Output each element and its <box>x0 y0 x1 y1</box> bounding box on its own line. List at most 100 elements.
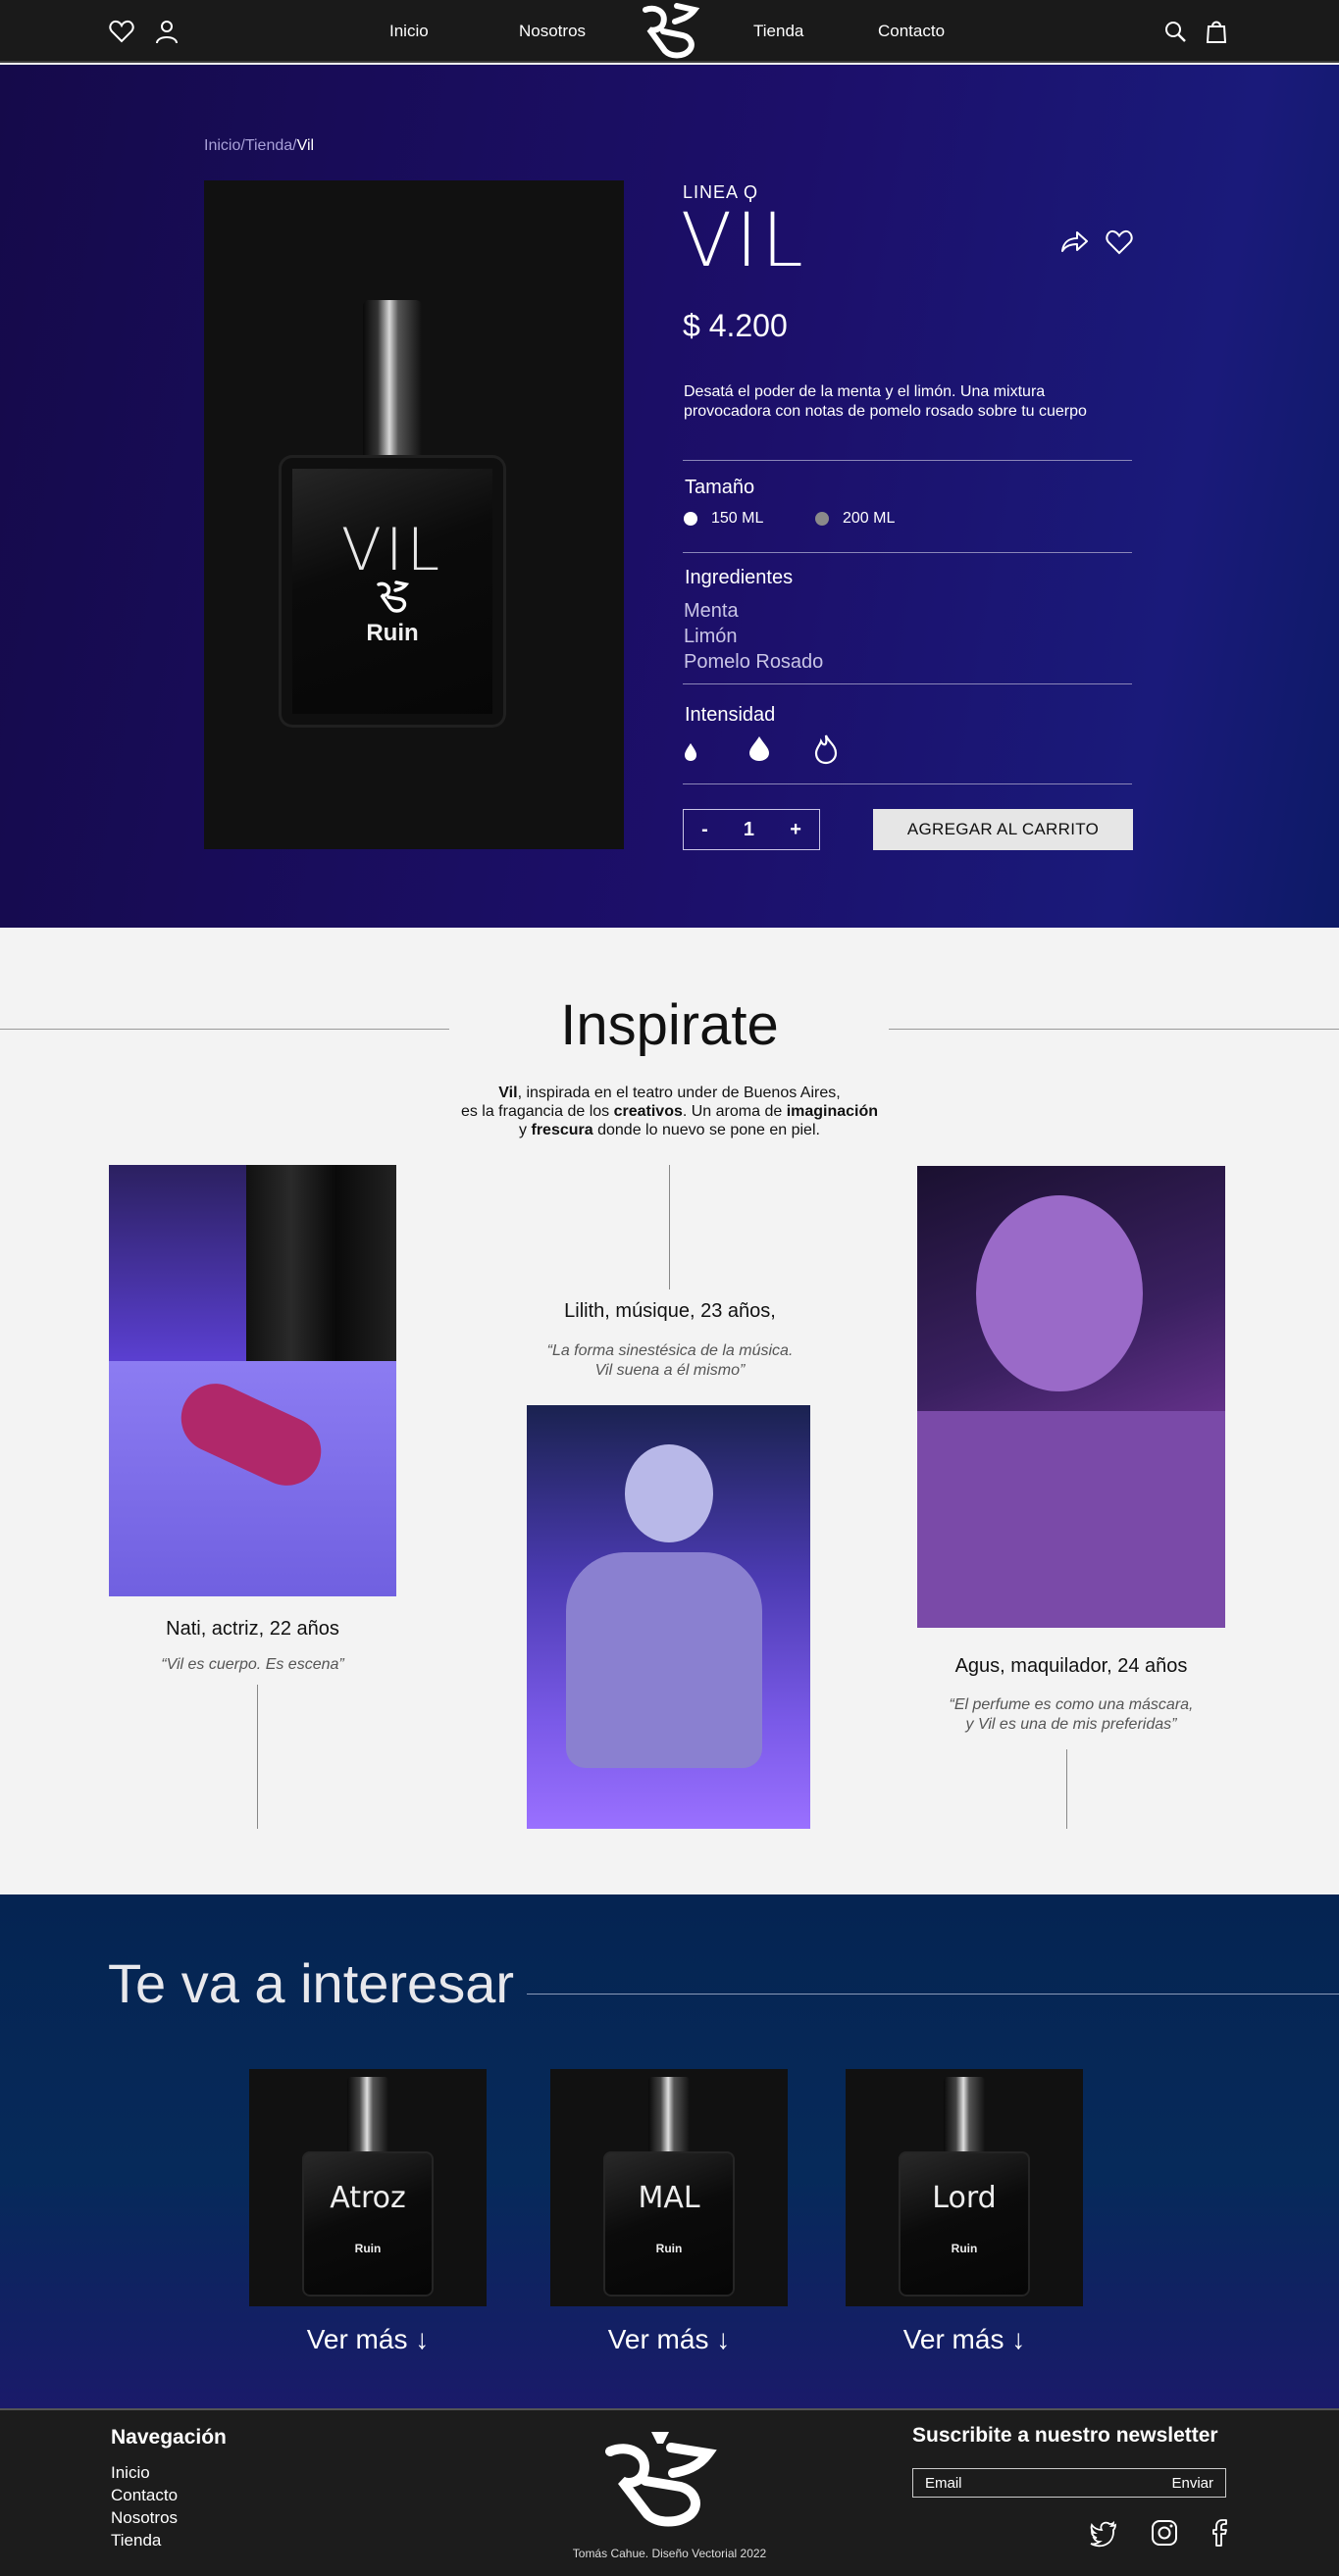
intro-bold: imaginación <box>786 1103 879 1120</box>
radio-unselected-icon[interactable] <box>815 512 829 526</box>
quote-line: “El perfume es como una máscara, <box>949 1696 1194 1713</box>
intro-text: y <box>519 1122 532 1138</box>
person-figure <box>566 1552 762 1768</box>
intro-text: donde lo nuevo se pone en piel. <box>592 1122 820 1138</box>
footer-credit: Tomás Cahue. Diseño Vectorial 2022 <box>572 2547 767 2560</box>
breadcrumb-current: Vil <box>296 137 315 154</box>
divider <box>683 460 1132 461</box>
facebook-icon[interactable] <box>1205 2518 1234 2548</box>
person-photo-lilith <box>527 1405 810 1829</box>
person-quote: “La forma sinestésica de la música. Vil … <box>500 1341 840 1381</box>
qty-value: 1 <box>743 818 755 840</box>
ingredient-item: Pomelo Rosado <box>684 651 824 673</box>
ver-mas-link[interactable]: Ver más ↓ <box>550 2324 788 2355</box>
intro-bold: frescura <box>531 1122 593 1138</box>
divider <box>683 783 1132 784</box>
shopping-bag-icon[interactable] <box>1203 18 1230 45</box>
person-photo-agus <box>917 1166 1225 1628</box>
user-icon[interactable] <box>153 18 180 45</box>
search-icon[interactable] <box>1161 18 1189 45</box>
footer-nav: Inicio Contacto Nosotros Tienda <box>111 2461 178 2551</box>
ingredients-list: Menta Limón Pomelo Rosado <box>684 598 823 675</box>
newsletter-send-button[interactable]: Enviar <box>1171 2475 1213 2492</box>
related-product-card[interactable]: Atroz Ruin <box>249 2069 487 2306</box>
heart-icon[interactable] <box>108 18 135 45</box>
related-title: Te va a interesar <box>108 1952 514 2014</box>
share-icon[interactable] <box>1059 227 1089 257</box>
nav-tienda[interactable]: Tienda <box>753 22 803 41</box>
person-caption: Agus, maquilador, 24 años <box>954 1655 1188 1677</box>
footer-link-nosotros[interactable]: Nosotros <box>111 2506 178 2529</box>
product-image: VIL Ruin <box>204 180 624 849</box>
divider <box>1066 1749 1067 1829</box>
person-figure <box>625 1444 713 1542</box>
bottle-cap <box>347 2077 388 2153</box>
brand-mark-icon <box>377 581 410 613</box>
related-product-brand: Ruin <box>655 2242 683 2255</box>
person-photo-nati <box>109 1165 396 1596</box>
intensity-high-flame-icon[interactable] <box>812 733 840 765</box>
footer-link-inicio[interactable]: Inicio <box>111 2461 178 2484</box>
person-figure <box>976 1195 1143 1391</box>
intro-text: . Un aroma de <box>682 1103 787 1120</box>
divider <box>683 552 1132 553</box>
inspirate-title: Inspirate <box>560 993 779 1057</box>
product-price: $ 4.200 <box>683 308 788 343</box>
size-label: Tamaño <box>685 477 755 498</box>
bottle-cap <box>648 2077 690 2153</box>
product-description: Desatá el poder de la menta y el limón. … <box>684 383 1087 420</box>
person-caption: Nati, actriz, 22 años <box>166 1618 339 1640</box>
related-product-brand: Ruin <box>354 2242 382 2255</box>
nav-inicio[interactable]: Inicio <box>389 22 429 41</box>
breadcrumb: Inicio/Tienda/Vil <box>204 137 314 155</box>
nav-nosotros[interactable]: Nosotros <box>519 22 586 41</box>
ingredient-item: Menta <box>684 600 739 622</box>
breadcrumb-shop[interactable]: Tienda <box>245 137 292 154</box>
nav-contacto[interactable]: Contacto <box>878 22 945 41</box>
qty-decrement-button[interactable]: - <box>701 819 708 841</box>
newsletter-title: Suscribite a nuestro newsletter <box>912 2424 1218 2447</box>
divider <box>527 1994 1339 1995</box>
person-caption: Lilith, músique, 23 años, <box>564 1300 776 1322</box>
intensity-medium-icon[interactable] <box>747 733 771 763</box>
quote-line: y Vil es una de mis preferidas” <box>965 1716 1177 1733</box>
bottle-body: MAL Ruin <box>603 2151 735 2297</box>
twitter-icon[interactable] <box>1089 2518 1118 2548</box>
related-product-name: Atroz <box>330 2181 406 2215</box>
brand-logo[interactable] <box>638 2 702 59</box>
ingredient-item: Limón <box>684 626 738 647</box>
bottle-label: VIL <box>340 516 444 584</box>
bottle-brand: Ruin <box>366 620 419 646</box>
intensity-low-icon[interactable] <box>683 733 698 763</box>
newsletter-email-field[interactable]: Email Enviar <box>912 2468 1226 2498</box>
size-option-150[interactable]: 150 ML <box>684 510 763 528</box>
footer-nav-title: Navegación <box>111 2426 227 2449</box>
add-to-cart-button[interactable]: AGREGAR AL CARRITO <box>873 809 1133 850</box>
related-product-card[interactable]: MAL Ruin <box>550 2069 788 2306</box>
email-placeholder[interactable]: Email <box>925 2475 962 2492</box>
footer-brand-logo <box>605 2432 717 2527</box>
divider <box>257 1685 258 1829</box>
person-figure <box>917 1411 1225 1628</box>
divider <box>669 1165 670 1289</box>
favorite-heart-icon[interactable] <box>1105 227 1134 257</box>
size-option-label: 200 ML <box>843 510 896 527</box>
ver-mas-link[interactable]: Ver más ↓ <box>846 2324 1083 2355</box>
quantity-stepper: - 1 + <box>683 809 820 850</box>
qty-increment-button[interactable]: + <box>790 819 801 841</box>
bottle-body: Lord Ruin <box>899 2151 1030 2297</box>
related-product-card[interactable]: Lord Ruin <box>846 2069 1083 2306</box>
ver-mas-link[interactable]: Ver más ↓ <box>249 2324 487 2355</box>
bottle-body: VIL Ruin <box>279 455 506 728</box>
related-product-name: Lord <box>932 2181 997 2215</box>
product-hero-section <box>0 65 1339 928</box>
person-quote: “Vil es cuerpo. Es escena” <box>161 1656 344 1673</box>
instagram-icon[interactable] <box>1150 2518 1179 2548</box>
footer-link-contacto[interactable]: Contacto <box>111 2484 178 2506</box>
size-option-200[interactable]: 200 ML <box>815 510 895 528</box>
intro-bold: Vil <box>498 1085 518 1101</box>
intensity-label: Intensidad <box>685 704 776 726</box>
bottle-cap <box>363 300 422 459</box>
radio-selected-icon[interactable] <box>684 512 697 526</box>
breadcrumb-home[interactable]: Inicio <box>204 137 240 154</box>
